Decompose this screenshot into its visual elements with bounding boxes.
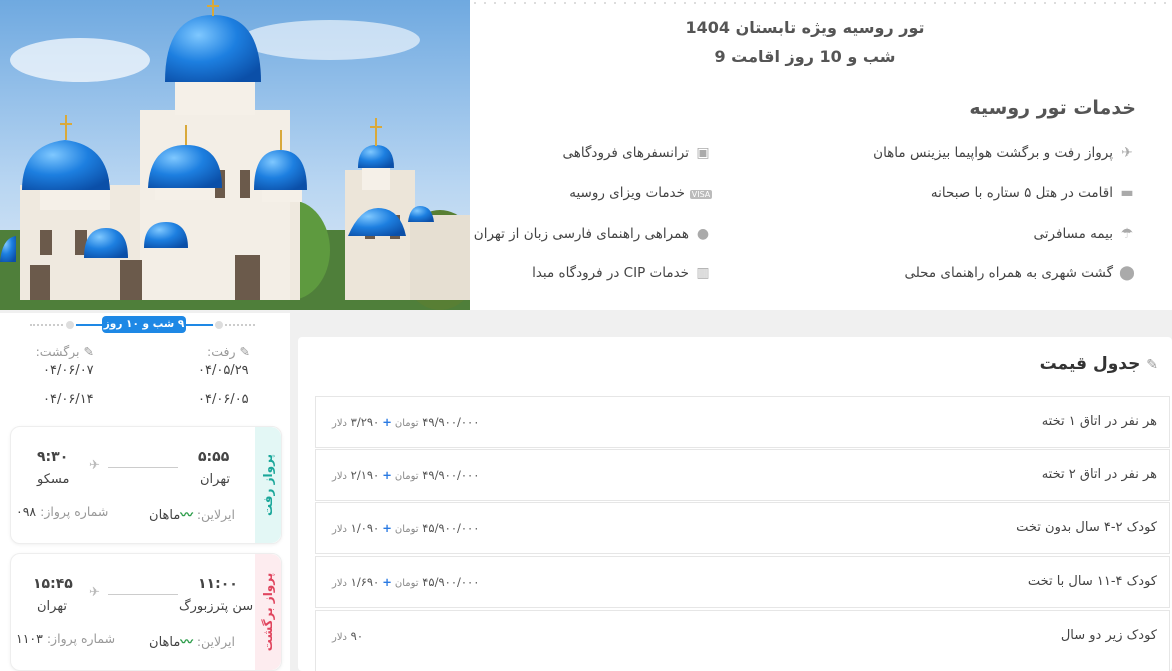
outbound-flight-card[interactable]: پرواز رفت ۵:۵۵ تهران ۹:۳۰ مسکو ✈ ایرلاین… [10,426,282,544]
timeline-dot [213,319,225,331]
price-row-label: کودک زیر دو سال [1060,628,1157,643]
service-item: VISAخدمات ویزای روسیه [569,185,712,201]
mahan-logo-icon: 〰 [180,507,193,522]
airline-info: ایرلاین: 〰ماهان [149,634,235,650]
return-date: ۰۴/۰۶/۱۴ [43,392,94,407]
price-row-value: ۴۹/۹۰۰/۰۰۰ تومان+۲/۱۹۰ دلار [332,468,480,482]
arrival-time: ۹:۳۰ [37,449,69,465]
map-pin-icon: ⬤ [1119,265,1135,281]
price-row: کودک ۲-۴ سال بدون تخت ۴۵/۹۰۰/۰۰۰ تومان+۱… [315,502,1170,554]
departure-city: تهران [200,472,230,487]
departure-time: ۵:۵۵ [198,449,230,465]
dotted-divider [470,0,1172,6]
airplane-icon: ✈ [89,458,100,473]
bus-icon: ▣ [696,145,710,161]
outbound-tab: پرواز رفت [255,427,281,543]
tour-duration: 9 شب و 10 روز اقامت [714,47,896,66]
user-edit-icon: ✎ [1146,357,1158,373]
flight-number: شماره پرواز: ۰۹۸ [16,504,109,519]
service-item: ✈پرواز رفت و برگشت هواپیما بیزینس ماهان [873,145,1136,161]
price-table-panel: ✎ جدول قیمت هر نفر در اتاق ۱ تخته ۴۹/۹۰۰… [298,337,1172,671]
service-item: ▥خدمات CIP در فرودگاه مبدا [532,265,712,281]
tour-info-panel: تور روسیه ویژه تابستان 1404 9 شب و 10 رو… [470,0,1172,310]
price-row-label: هر نفر در اتاق ۲ تخته [1041,467,1157,482]
tour-title: تور روسیه ویژه تابستان 1404 [685,18,925,37]
service-item: ▣ترانسفرهای فرودگاهی [563,145,712,161]
church-photo [0,0,470,310]
user-icon: ● [696,226,710,242]
price-row-value: ۴۹/۹۰۰/۰۰۰ تومان+۳/۲۹۰ دلار [332,415,480,429]
route-line [108,467,178,468]
price-row: هر نفر در اتاق ۲ تخته ۴۹/۹۰۰/۰۰۰ تومان+۲… [315,449,1170,501]
price-row: کودک زیر دو سال ۹۰ دلار [315,610,1170,671]
price-row: کودک ۴-۱۱ سال با تخت ۴۵/۹۰۰/۰۰۰ تومان+۱/… [315,556,1170,608]
building-icon: ▥ [696,265,710,281]
price-row-label: هر نفر در اتاق ۱ تخته [1041,414,1157,429]
service-item: ☂بیمه مسافرتی [1034,226,1136,242]
services-heading: خدمات تور روسیه [969,97,1136,119]
ticket-icon: ✎ [239,344,250,359]
price-row-value: ۴۵/۹۰۰/۰۰۰ تومان+۱/۰۹۰ دلار [332,521,480,535]
arrival-city: تهران [37,599,67,614]
ticket-icon: ✎ [83,344,94,359]
price-row-label: کودک ۲-۴ سال بدون تخت [1016,520,1157,535]
price-row-label: کودک ۴-۱۱ سال با تخت [1027,574,1157,589]
visa-card-icon: VISA [690,190,712,199]
inbound-flight-card[interactable]: پرواز برگشت ۱۱:۰۰ سن پترزبورگ ۱۵:۴۵ تهرا… [10,553,282,671]
mahan-logo-icon: 〰 [180,634,193,649]
umbrella-icon: ☂ [1120,226,1134,242]
flight-panel: ۹ شب و ۱۰ روز ✎ رفت: ✎ برگشت: ۰۴/۰۵/۲۹ ۰… [0,313,290,671]
arrival-time: ۱۵:۴۵ [33,576,73,592]
airplane-icon: ✈ [1121,145,1133,161]
service-item: ▬اقامت در هتل ۵ ستاره با صبحانه [931,185,1136,201]
route-line [108,594,178,595]
inbound-tab: پرواز برگشت [255,554,281,670]
airline-info: ایرلاین: 〰ماهان [149,507,235,523]
flight-number: شماره پرواز: ۱۱۰۳ [16,631,116,646]
depart-date: ۰۴/۰۵/۲۹ [198,363,249,378]
nights-badge: ۹ شب و ۱۰ روز [102,316,186,333]
price-table-heading: ✎ جدول قیمت [1039,354,1158,374]
bed-icon: ▬ [1120,185,1134,201]
service-item: ●همراهی راهنمای فارسی زبان از تهران [474,226,712,242]
depart-label: ✎ رفت: [207,344,250,359]
return-label: ✎ برگشت: [35,344,94,359]
service-item: ⬤گشت شهری به همراه راهنمای محلی [904,265,1135,281]
price-row-value: ۴۵/۹۰۰/۰۰۰ تومان+۱/۶۹۰ دلار [332,575,480,589]
tour-photo [0,0,470,310]
price-row-value: ۹۰ دلار [332,629,364,643]
arrival-city: مسکو [37,472,70,487]
return-date: ۰۴/۰۶/۰۷ [43,363,94,378]
departure-city: سن پترزبورگ [179,599,254,614]
price-row: هر نفر در اتاق ۱ تخته ۴۹/۹۰۰/۰۰۰ تومان+۳… [315,396,1170,448]
airplane-icon: ✈ [89,585,100,600]
depart-date: ۰۴/۰۶/۰۵ [198,392,249,407]
timeline-dot [64,319,76,331]
departure-time: ۱۱:۰۰ [198,576,238,592]
